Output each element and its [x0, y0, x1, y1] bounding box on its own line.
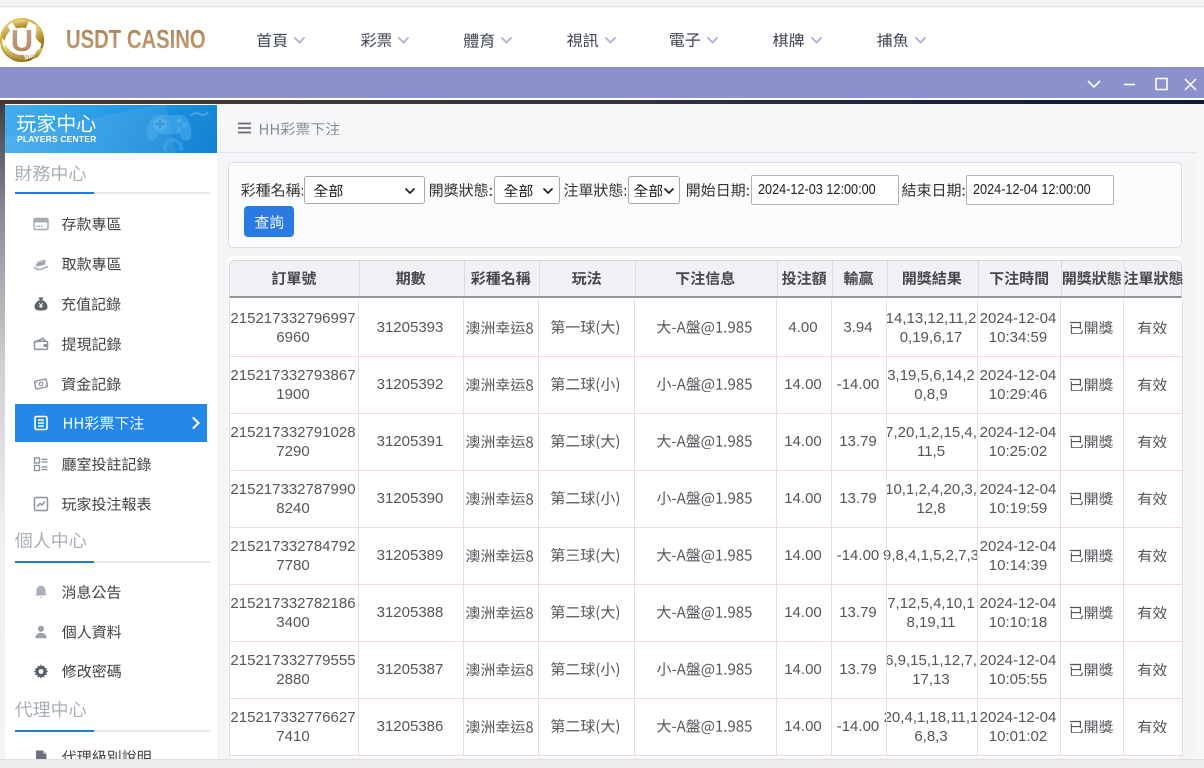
svg-text:CASINO: CASINO	[9, 55, 35, 61]
svg-text:U: U	[11, 23, 33, 58]
